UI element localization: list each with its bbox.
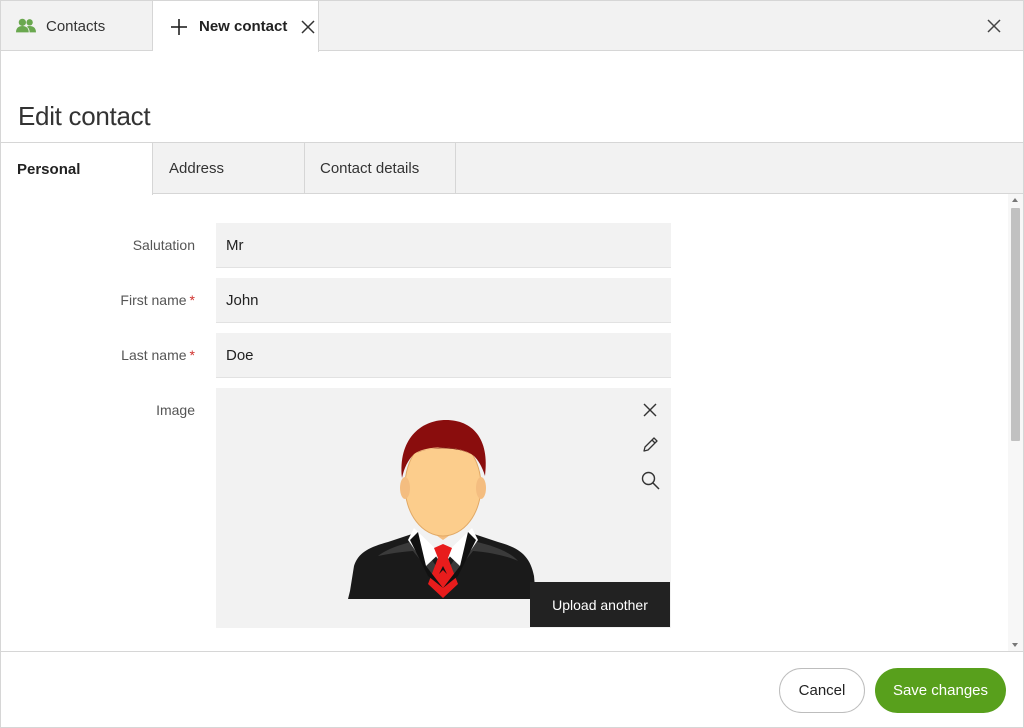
image-field: Upload another [216,388,671,628]
avatar-image [348,420,536,599]
people-icon [16,16,36,36]
upload-another-button[interactable]: Upload another [530,582,670,627]
magnifier-icon[interactable] [639,469,661,491]
last-name-label: Last name * [121,347,195,363]
salutation-field[interactable]: Mr [216,223,671,268]
required-marker: * [189,347,195,363]
pencil-icon[interactable] [639,434,661,456]
last-name-value: Doe [226,346,254,364]
first-name-field[interactable]: John [216,278,671,323]
tab-new-contact[interactable]: New contact [153,1,319,52]
image-label-text: Image [156,402,195,418]
app-window: Contacts New contact Edit contact Person… [0,0,1024,728]
tab-contact-details[interactable]: Contact details [304,143,456,194]
last-name-label-text: Last name [121,347,187,363]
required-marker: * [189,292,195,308]
window-close-icon[interactable] [983,15,1005,37]
image-label: Image [156,402,195,418]
first-name-label-text: First name [120,292,187,308]
cancel-button[interactable]: Cancel [779,668,865,713]
form-scrollbar[interactable] [1008,194,1023,651]
first-name-label: First name * [120,292,195,308]
salutation-label: Salutation [133,237,195,253]
salutation-value: Mr [226,236,244,254]
form-tabs: Personal Address Contact details [1,142,1023,195]
remove-image-icon[interactable] [639,399,661,421]
tab-contacts[interactable]: Contacts [1,1,153,51]
salutation-label-text: Salutation [132,237,195,253]
scroll-down-arrow-icon[interactable] [1012,643,1018,647]
first-name-value: John [226,291,259,309]
last-name-field[interactable]: Doe [216,333,671,378]
tab-address[interactable]: Address [153,143,305,194]
scrollbar-thumb[interactable] [1011,208,1020,441]
plus-icon [169,17,189,37]
scroll-up-arrow-icon[interactable] [1012,198,1018,202]
close-icon[interactable] [299,18,317,36]
page-title: Edit contact [18,101,151,131]
save-changes-button[interactable]: Save changes [875,668,1006,713]
footer-bar: Cancel Save changes [1,651,1023,727]
tab-personal[interactable]: Personal [1,143,153,195]
tab-contacts-label: Contacts [46,17,106,35]
top-tab-strip: Contacts New contact [1,1,1023,52]
tab-new-contact-label: New contact [199,18,288,35]
form-area: Salutation Mr First name * John Last name… [1,194,1023,651]
